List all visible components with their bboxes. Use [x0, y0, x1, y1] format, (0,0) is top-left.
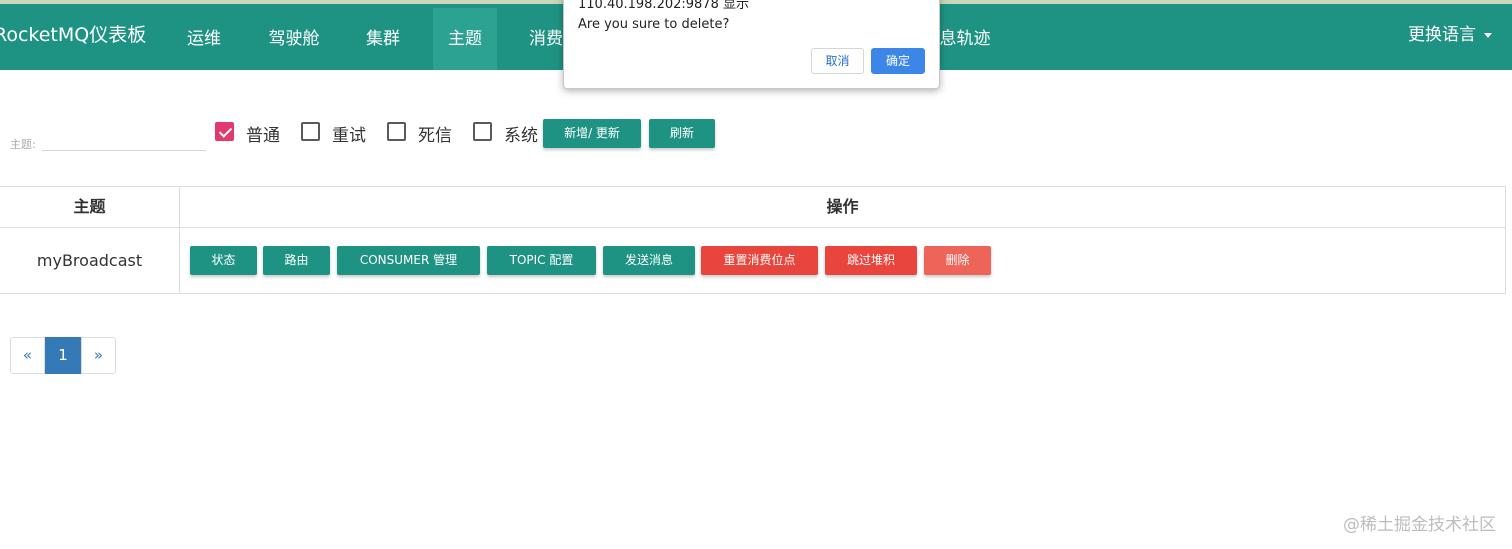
nav-item-message-trace[interactable]: 息轨迹 [930, 8, 1000, 70]
topic-config-button[interactable]: TOPIC 配置 [487, 246, 596, 275]
delete-button[interactable]: 删除 [924, 246, 991, 275]
checkbox-normal-label[interactable]: 普通 [246, 121, 280, 146]
send-message-button[interactable]: 发送消息 [603, 246, 695, 275]
reset-offset-button[interactable]: 重置消费位点 [701, 246, 818, 275]
checkbox-retry[interactable] [301, 122, 320, 141]
checkbox-system[interactable] [473, 122, 492, 141]
column-header-topic: 主题 [0, 187, 180, 227]
caret-down-icon [1484, 32, 1492, 38]
watermark: @稀土掘金技术社区 [1343, 515, 1496, 535]
dialog-ok-button[interactable]: 确定 [871, 48, 925, 74]
pagination-page-1[interactable]: 1 [45, 337, 81, 374]
language-dropdown[interactable]: 更换语言 [1408, 4, 1492, 66]
column-header-operations: 操作 [826, 197, 859, 216]
table-divider [0, 227, 1505, 228]
consumer-manage-button[interactable]: CONSUMER 管理 [337, 246, 480, 275]
status-button[interactable]: 状态 [190, 246, 257, 275]
dialog-origin-text: 110.40.198.202:9878 显示 [578, 0, 749, 12]
confirm-delete-dialog: 110.40.198.202:9878 显示 Are you sure to d… [563, 0, 940, 89]
skip-backlog-button[interactable]: 跳过堆积 [825, 246, 917, 275]
topic-search-input[interactable] [42, 128, 206, 151]
nav-item-topic[interactable]: 主题 [433, 8, 497, 70]
dialog-cancel-button[interactable]: 取消 [811, 48, 864, 74]
table-row-topic-name: myBroadcast [0, 228, 180, 294]
topic-table: 主题 操作 myBroadcast [0, 186, 1506, 294]
nav-item-cluster[interactable]: 集群 [352, 8, 414, 70]
pagination-prev[interactable]: « [10, 337, 45, 374]
route-button[interactable]: 路由 [263, 246, 330, 275]
checkbox-retry-label[interactable]: 重试 [332, 121, 366, 146]
nav-item-ops[interactable]: 运维 [173, 8, 235, 70]
checkbox-system-label[interactable]: 系统 [504, 121, 538, 146]
add-update-button[interactable]: 新增/ 更新 [543, 119, 641, 148]
brand-logo[interactable]: RocketMQ仪表板 [0, 4, 146, 66]
refresh-button[interactable]: 刷新 [649, 119, 715, 148]
language-label: 更换语言 [1408, 25, 1476, 45]
checkbox-dead-letter-label[interactable]: 死信 [418, 121, 452, 146]
checkbox-normal[interactable] [215, 122, 234, 141]
nav-item-dashboard[interactable]: 驾驶舱 [259, 8, 329, 70]
dialog-message: Are you sure to delete? [578, 17, 730, 32]
pagination-next[interactable]: » [81, 337, 116, 374]
checkbox-dead-letter[interactable] [387, 122, 406, 141]
topic-search-label: 主题: [10, 138, 36, 151]
